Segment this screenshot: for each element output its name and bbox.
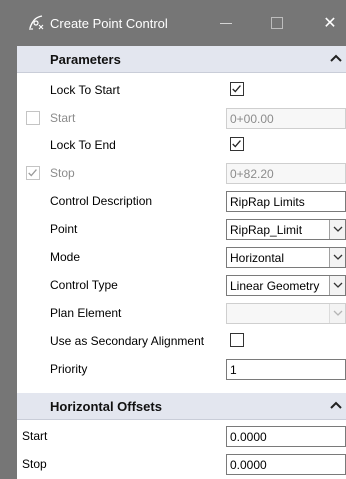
- collapse-chevron-icon[interactable]: [327, 50, 345, 68]
- stop-station-field[interactable]: 0+82.20: [226, 163, 346, 184]
- offset-stop-label: Stop: [22, 457, 47, 471]
- checkmark-icon: [28, 169, 37, 177]
- maximize-icon: [271, 17, 283, 29]
- window-title: Create Point Control: [50, 16, 168, 31]
- stop-checkbox[interactable]: [26, 166, 40, 180]
- start-label: Start: [50, 111, 76, 125]
- lock-to-end-checkbox[interactable]: [230, 137, 244, 151]
- stop-label: Stop: [50, 166, 75, 180]
- window-frame-left: [0, 46, 17, 479]
- offset-start-label: Start: [22, 429, 48, 443]
- control-type-label: Control Type: [50, 278, 118, 292]
- control-description-value: RipRap Limits: [230, 195, 305, 209]
- checkmark-icon: [232, 140, 241, 148]
- parameters-header[interactable]: Parameters: [17, 46, 346, 73]
- lock-to-start-label: Lock To Start: [50, 83, 120, 97]
- minimize-button[interactable]: [212, 8, 240, 38]
- use-secondary-alignment-checkbox[interactable]: [230, 333, 244, 347]
- collapse-chevron-icon[interactable]: [327, 397, 345, 415]
- control-type-dropdown-button[interactable]: [329, 276, 345, 295]
- start-station-value: 0+00.00: [230, 112, 274, 126]
- horizontal-offsets-header-label: Horizontal Offsets: [50, 399, 162, 414]
- horizontal-offsets-header[interactable]: Horizontal Offsets: [17, 393, 346, 420]
- chevron-down-icon: [333, 254, 343, 260]
- control-description-label: Control Description: [50, 194, 153, 208]
- offset-start-input[interactable]: 0.0000: [226, 426, 346, 447]
- parameters-header-label: Parameters: [50, 52, 121, 67]
- point-dropdown-button[interactable]: [329, 220, 345, 239]
- title-bar[interactable]: Create Point Control ✕: [0, 0, 346, 46]
- mode-label: Mode: [50, 250, 81, 264]
- plan-element-select[interactable]: [226, 303, 346, 324]
- checkmark-icon: [232, 85, 241, 93]
- priority-value: 1: [230, 363, 237, 377]
- offset-stop-input[interactable]: 0.0000: [226, 454, 346, 475]
- use-secondary-alignment-label: Use as Secondary Alignment: [50, 334, 205, 348]
- priority-input[interactable]: 1: [226, 359, 346, 380]
- point-control-icon: [29, 15, 44, 30]
- point-select[interactable]: RipRap_Limit: [226, 219, 346, 240]
- point-label: Point: [50, 222, 78, 236]
- control-type-select[interactable]: Linear Geometry: [226, 275, 346, 296]
- chevron-down-icon: [333, 282, 343, 288]
- stop-station-value: 0+82.20: [230, 167, 274, 181]
- offset-stop-value: 0.0000: [230, 458, 267, 472]
- control-description-input[interactable]: RipRap Limits: [226, 191, 346, 212]
- plan-element-dropdown-button[interactable]: [329, 304, 345, 323]
- close-button[interactable]: ✕: [316, 8, 344, 38]
- lock-to-start-checkbox[interactable]: [230, 82, 244, 96]
- close-icon: ✕: [323, 15, 337, 32]
- plan-element-label: Plan Element: [50, 306, 122, 320]
- point-value: RipRap_Limit: [230, 223, 303, 237]
- minimize-icon: [220, 22, 232, 24]
- chevron-down-icon: [333, 226, 343, 232]
- maximize-button[interactable]: [263, 8, 291, 38]
- priority-label: Priority: [50, 362, 88, 376]
- control-type-value: Linear Geometry: [230, 279, 320, 293]
- mode-value: Horizontal: [230, 251, 285, 265]
- mode-select[interactable]: Horizontal: [226, 247, 346, 268]
- lock-to-end-label: Lock To End: [50, 138, 116, 152]
- start-checkbox[interactable]: [26, 111, 40, 125]
- offset-start-value: 0.0000: [230, 430, 267, 444]
- chevron-down-icon: [333, 310, 343, 316]
- start-station-field[interactable]: 0+00.00: [226, 108, 346, 129]
- mode-dropdown-button[interactable]: [329, 248, 345, 267]
